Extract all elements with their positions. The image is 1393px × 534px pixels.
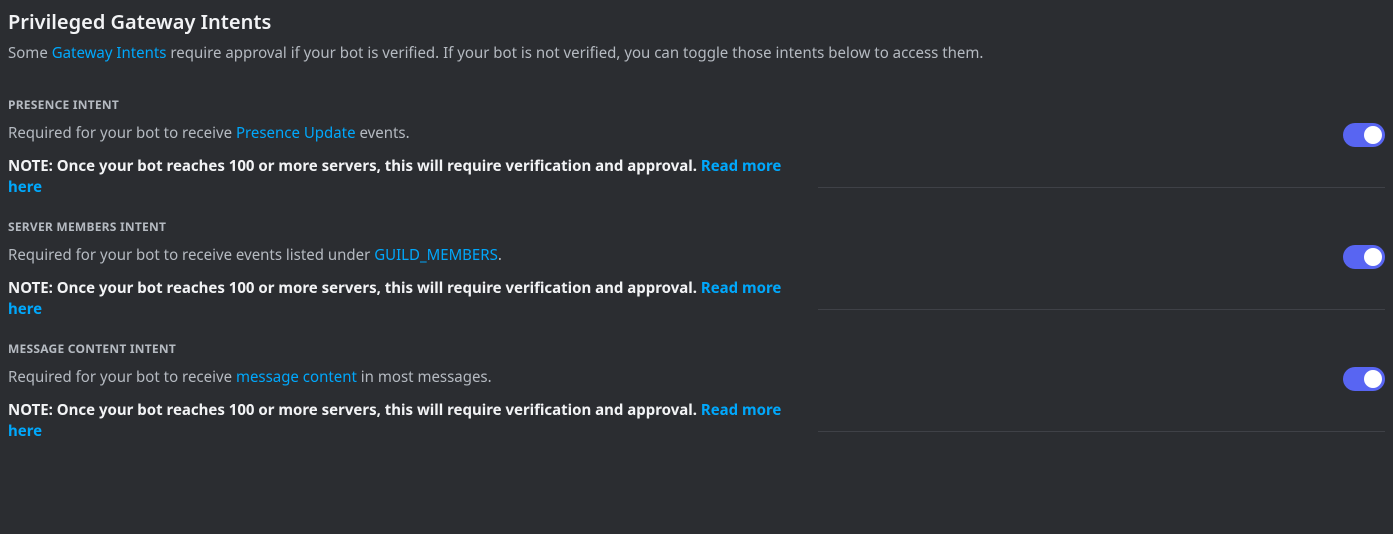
desc-prefix: Required for your bot to receive events …: [8, 245, 374, 265]
intent-desc: Required for your bot to receive Presenc…: [8, 123, 798, 144]
section-title: Privileged Gateway Intents: [8, 8, 1385, 35]
desc-prefix: Required for your bot to receive: [8, 367, 236, 387]
intent-block-server-members: SERVER MEMBERS INTENT Required for your …: [8, 218, 1385, 320]
intent-text: Required for your bot to receive Presenc…: [8, 123, 798, 198]
divider: [818, 187, 1385, 188]
subtitle-prefix: Some: [8, 43, 52, 63]
intent-row: Required for your bot to receive events …: [8, 245, 1385, 320]
intent-text: Required for your bot to receive message…: [8, 367, 798, 442]
desc-suffix: events.: [356, 123, 410, 143]
intent-right-col: [818, 367, 1385, 432]
intent-note: NOTE: Once your bot reaches 100 or more …: [8, 278, 798, 320]
intent-note: NOTE: Once your bot reaches 100 or more …: [8, 400, 798, 442]
intent-note: NOTE: Once your bot reaches 100 or more …: [8, 156, 798, 198]
desc-suffix: in most messages.: [357, 367, 492, 387]
note-text: NOTE: Once your bot reaches 100 or more …: [8, 400, 701, 420]
toggle-knob: [1364, 248, 1382, 266]
toggle-knob: [1364, 370, 1382, 388]
intent-text: Required for your bot to receive events …: [8, 245, 798, 320]
gateway-intents-link[interactable]: Gateway Intents: [52, 43, 167, 63]
intent-block-presence: PRESENCE INTENT Required for your bot to…: [8, 96, 1385, 198]
intent-label: PRESENCE INTENT: [8, 96, 1385, 113]
desc-suffix: .: [498, 245, 502, 265]
toggle-knob: [1364, 126, 1382, 144]
section-subtitle: Some Gateway Intents require approval if…: [8, 43, 1385, 64]
note-text: NOTE: Once your bot reaches 100 or more …: [8, 278, 701, 298]
note-text: NOTE: Once your bot reaches 100 or more …: [8, 156, 701, 176]
intent-label: SERVER MEMBERS INTENT: [8, 218, 1385, 235]
intent-right-col: [818, 123, 1385, 188]
divider: [818, 309, 1385, 310]
intent-desc: Required for your bot to receive events …: [8, 245, 798, 266]
intent-label: MESSAGE CONTENT INTENT: [8, 340, 1385, 357]
server-members-intent-toggle[interactable]: [1343, 245, 1385, 269]
intent-right-col: [818, 245, 1385, 310]
message-content-link[interactable]: message content: [236, 367, 357, 387]
intent-desc: Required for your bot to receive message…: [8, 367, 798, 388]
presence-intent-toggle[interactable]: [1343, 123, 1385, 147]
intent-row: Required for your bot to receive Presenc…: [8, 123, 1385, 198]
guild-members-link[interactable]: GUILD_MEMBERS: [374, 245, 498, 265]
intent-row: Required for your bot to receive message…: [8, 367, 1385, 442]
intent-block-message-content: MESSAGE CONTENT INTENT Required for your…: [8, 340, 1385, 442]
message-content-intent-toggle[interactable]: [1343, 367, 1385, 391]
desc-prefix: Required for your bot to receive: [8, 123, 236, 143]
presence-update-link[interactable]: Presence Update: [236, 123, 356, 143]
subtitle-suffix: require approval if your bot is verified…: [166, 43, 983, 63]
divider: [818, 431, 1385, 432]
